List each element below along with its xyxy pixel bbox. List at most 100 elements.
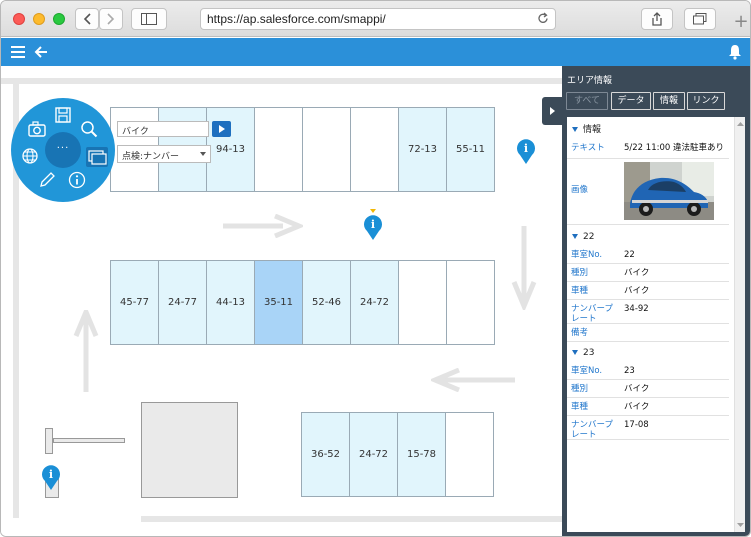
share-button[interactable] (641, 8, 673, 30)
sidebar-toggle-button[interactable] (131, 8, 167, 30)
tabs-icon (693, 13, 707, 25)
chevron-down-icon (200, 152, 206, 156)
tab-all[interactable]: すべて (566, 92, 608, 110)
bell-icon[interactable] (728, 44, 742, 60)
tab-info[interactable]: 情報 (653, 92, 685, 110)
info-row-value: 17-08 (624, 420, 649, 430)
parking-slot[interactable] (446, 260, 495, 345)
arrow-right-icon (223, 214, 303, 238)
parking-slot[interactable]: 94-13 (206, 107, 255, 192)
info-row-value: バイク (624, 268, 650, 278)
tab-links[interactable]: リンク (687, 92, 725, 110)
info-row: 種別 バイク (567, 380, 729, 398)
parking-slot[interactable]: 72-13 (398, 107, 447, 192)
info-row-key: ナンバープレート (571, 420, 613, 440)
arrow-left-icon (431, 368, 515, 392)
car-photo[interactable] (624, 162, 714, 220)
more-icon[interactable]: ··· (45, 132, 81, 168)
parking-slot[interactable]: 24-77 (158, 260, 207, 345)
parking-map[interactable]: 94-13 72-13 55-11 45-77 24-77 44-13 35-11 52-4… (1, 66, 562, 536)
info-row-value: バイク (624, 402, 650, 412)
new-tab-button[interactable]: + (730, 8, 750, 36)
url-text: https://ap.salesforce.com/smappi/ (207, 12, 386, 26)
forward-nav-button[interactable] (99, 8, 123, 30)
minimize-window-button[interactable] (33, 13, 45, 25)
save-icon[interactable] (53, 105, 73, 125)
search-input[interactable]: バイク (117, 121, 209, 137)
section-header-22[interactable]: 22 (567, 228, 731, 246)
info-row-key: 車室No. (571, 366, 603, 376)
browser-toolbar: https://ap.salesforce.com/smappi/ + (1, 1, 750, 37)
info-row: 車室No. 22 (567, 246, 729, 264)
triangle-down-icon (572, 350, 578, 355)
panel-collapse-button[interactable] (542, 97, 562, 125)
panel-scrollbar[interactable] (734, 117, 745, 532)
parking-slot[interactable]: 35-11 (254, 260, 303, 345)
tabs-overview-button[interactable] (684, 8, 716, 30)
hamburger-icon[interactable] (11, 46, 25, 58)
filter-select[interactable]: 点検:ナンバー (117, 145, 211, 163)
info-row-value: バイク (624, 286, 650, 296)
parking-slot[interactable]: 15-78 (397, 412, 446, 497)
info-pin-icon[interactable]: i (516, 137, 536, 165)
zoom-window-button[interactable] (53, 13, 65, 25)
app-header (1, 38, 750, 66)
search-go-button[interactable] (212, 121, 231, 137)
windows-icon[interactable] (85, 146, 109, 168)
info-row: 車種 バイク (567, 282, 729, 300)
back-arrow-icon[interactable] (34, 45, 48, 59)
parking-slot[interactable]: 36-52 (301, 412, 350, 497)
svg-text:i: i (524, 142, 528, 155)
map-wall-bottom (141, 516, 562, 522)
camera-icon[interactable] (27, 119, 47, 139)
info-icon[interactable] (67, 170, 87, 190)
triangle-down-icon (572, 127, 578, 132)
map-wall-top (1, 78, 562, 84)
scroll-up-icon[interactable] (735, 119, 745, 129)
svg-text:i: i (371, 218, 375, 231)
panel-title: エリア情報 (567, 76, 613, 86)
parking-slot[interactable] (350, 107, 399, 192)
scroll-down-icon[interactable] (735, 520, 745, 530)
parking-slot[interactable]: 24-72 (350, 260, 399, 345)
arrow-up-icon (73, 310, 99, 392)
info-row-key: テキスト (571, 143, 605, 153)
parking-slot[interactable] (254, 107, 303, 192)
globe-icon[interactable] (20, 146, 40, 166)
radial-menu: ··· (11, 98, 115, 202)
parking-slot[interactable]: 52-46 (302, 260, 351, 345)
search-icon[interactable] (79, 119, 99, 139)
info-row-key: 種別 (571, 268, 589, 278)
parking-slot[interactable] (398, 260, 447, 345)
filter-select-value: 点検:ナンバー (122, 152, 180, 162)
close-window-button[interactable] (13, 13, 25, 25)
pencil-icon[interactable] (37, 170, 57, 190)
panel-content[interactable]: 情報 テキスト 5/22 11:00 違法駐車あり 画像 22 車室No. 22… (567, 117, 745, 532)
address-bar[interactable]: https://ap.salesforce.com/smappi/ (200, 8, 556, 30)
section-header-info[interactable]: 情報 (567, 121, 731, 139)
parking-slot[interactable]: 44-13 (206, 260, 255, 345)
tab-data[interactable]: データ (611, 92, 651, 110)
info-row-value: 23 (624, 366, 635, 376)
info-pin-icon[interactable]: i (362, 209, 384, 241)
info-row-key: 種別 (571, 384, 589, 394)
chevron-right-icon (107, 13, 115, 25)
parking-slot[interactable]: 45-77 (110, 260, 159, 345)
back-nav-button[interactable] (75, 8, 99, 30)
info-row: ナンバープレート 34-92 (567, 300, 729, 324)
parking-slot[interactable]: 24-72 (349, 412, 398, 497)
sidebar-icon (141, 13, 157, 25)
chevron-right-icon (550, 107, 555, 115)
section-header-23[interactable]: 23 (567, 344, 731, 362)
parking-slot[interactable] (445, 412, 494, 497)
arrow-down-icon (511, 226, 537, 310)
info-pin-icon[interactable]: i (41, 463, 61, 491)
reload-icon[interactable] (537, 12, 549, 25)
building-block[interactable] (141, 402, 238, 498)
parking-slot[interactable] (302, 107, 351, 192)
parking-slot[interactable]: 55-11 (446, 107, 495, 192)
gate-bar[interactable] (53, 438, 125, 443)
svg-text:i: i (49, 468, 53, 481)
info-row: テキスト 5/22 11:00 違法駐車あり (567, 139, 729, 159)
triangle-down-icon (572, 234, 578, 239)
